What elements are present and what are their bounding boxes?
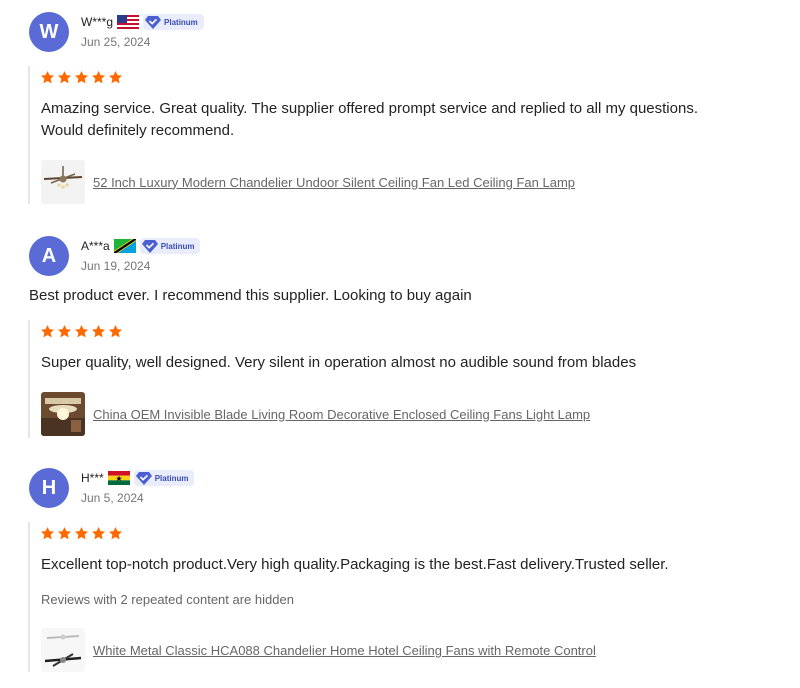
review-text: Amazing service. Great quality. The supp…: [41, 98, 800, 142]
star-icon: [58, 324, 71, 338]
diamond-check-icon: [135, 472, 152, 485]
star-rating: [40, 526, 123, 541]
avatar: H: [29, 468, 69, 508]
avatar-letter: A: [41, 244, 57, 267]
badge-label: Platinum: [160, 241, 195, 251]
ghana-flag-icon: [107, 471, 130, 485]
avatar-letter: W: [39, 20, 59, 43]
hidden-reviews-note: Reviews with 2 repeated content are hidd…: [41, 592, 294, 607]
review-text-line: Excellent top-notch product.Very high qu…: [41, 556, 669, 573]
star-icon: [58, 70, 71, 84]
star-rating: [40, 324, 123, 339]
avatar: W: [29, 12, 69, 52]
reviewer-row: H*** Platinum: [81, 470, 195, 486]
reviewer-row: A***a Platinum: [81, 238, 201, 254]
star-icon: [75, 526, 88, 540]
star-icon: [75, 324, 88, 338]
badge-label: Platinum: [164, 17, 198, 27]
reviewer-name: A***a: [81, 239, 110, 253]
star-icon: [109, 70, 122, 84]
room-fan-thumbnail[interactable]: [41, 392, 85, 436]
platinum-badge: Platinum: [143, 14, 204, 30]
review-card: Super quality, well designed. Very silen…: [28, 320, 800, 438]
diamond-check-icon: [141, 240, 158, 253]
platinum-badge: Platinum: [139, 238, 201, 254]
star-icon: [92, 70, 105, 84]
review-text-line: Would definitely recommend.: [41, 122, 235, 139]
product-link-row[interactable]: China OEM Invisible Blade Living Room De…: [41, 392, 590, 436]
review-text-line: Super quality, well designed. Very silen…: [41, 354, 637, 371]
star-icon: [92, 324, 105, 338]
reviewer-name: W***g: [81, 15, 114, 29]
review-date: Jun 19, 2024: [81, 259, 151, 273]
review-text: Super quality, well designed. Very silen…: [41, 352, 800, 374]
star-icon: [41, 324, 54, 338]
buyer-comment: Best product ever. I recommend this supp…: [29, 287, 472, 304]
badge-label: Platinum: [154, 473, 189, 483]
review-date: Jun 5, 2024: [81, 491, 144, 505]
reviewer-name: H***: [81, 471, 104, 485]
star-icon: [41, 70, 54, 84]
star-icon: [109, 526, 122, 540]
product-link[interactable]: China OEM Invisible Blade Living Room De…: [93, 407, 590, 422]
star-rating: [40, 70, 123, 85]
star-icon: [41, 526, 54, 540]
star-icon: [75, 70, 88, 84]
reviewer-row: W***g Platinum: [81, 14, 204, 30]
product-link-row[interactable]: White Metal Classic HCA088 Chandelier Ho…: [41, 628, 596, 672]
avatar-letter: H: [41, 476, 57, 499]
review-card: Excellent top-notch product.Very high qu…: [28, 522, 800, 672]
star-icon: [58, 526, 71, 540]
review-text: Excellent top-notch product.Very high qu…: [41, 554, 800, 576]
product-link[interactable]: White Metal Classic HCA088 Chandelier Ho…: [93, 643, 596, 658]
platinum-badge: Platinum: [133, 470, 195, 486]
product-link[interactable]: 52 Inch Luxury Modern Chandelier Undoor …: [93, 175, 575, 190]
tanzania-flag-icon: [113, 239, 136, 253]
product-link-row[interactable]: 52 Inch Luxury Modern Chandelier Undoor …: [41, 160, 575, 204]
review-text-line: Amazing service. Great quality. The supp…: [41, 100, 698, 117]
star-icon: [109, 324, 122, 338]
star-icon: [92, 526, 105, 540]
review-date: Jun 25, 2024: [81, 35, 151, 49]
white-fan-thumbnail[interactable]: [41, 628, 85, 672]
ceiling-fan-thumbnail[interactable]: [41, 160, 85, 204]
review-card: Amazing service. Great quality. The supp…: [28, 66, 800, 204]
us-flag-icon: [117, 15, 140, 29]
diamond-check-icon: [145, 16, 162, 29]
avatar: A: [29, 236, 69, 276]
